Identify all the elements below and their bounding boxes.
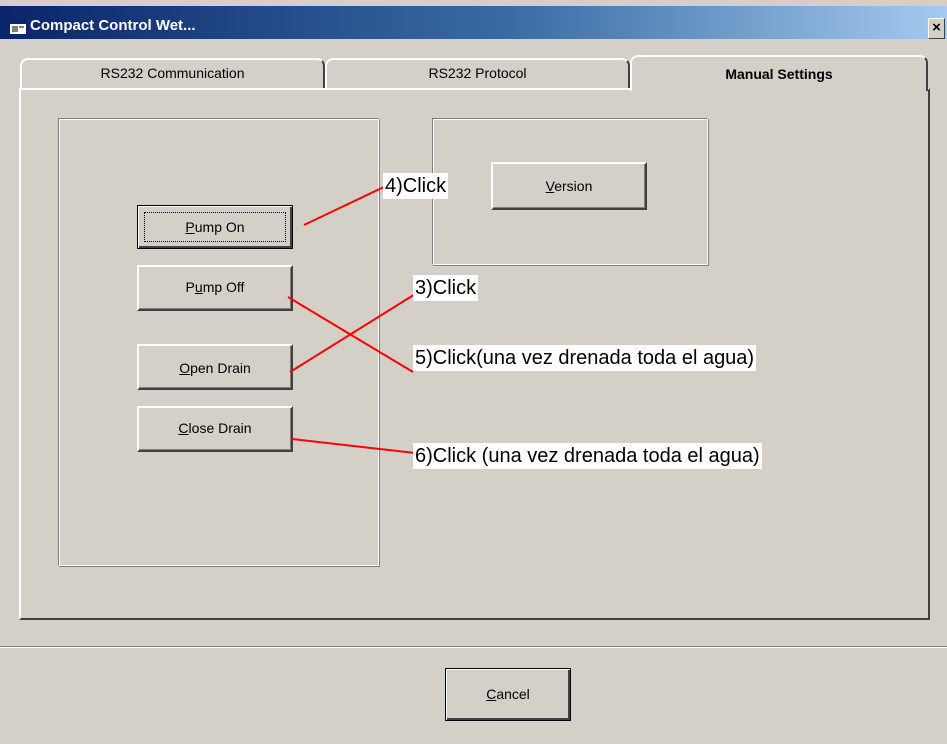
annotation-step-5: 5)Click(una vez drenada toda el agua) xyxy=(413,345,757,371)
button-label: Close Drain xyxy=(178,420,252,436)
tab-label: Manual Settings xyxy=(725,66,833,82)
tab-rs232-protocol[interactable]: RS232 Protocol xyxy=(325,58,630,88)
pump-on-button[interactable]: Pump On xyxy=(137,205,293,249)
version-button[interactable]: Version xyxy=(491,162,647,210)
title-bar[interactable]: Compact Control Wet... × xyxy=(0,6,947,39)
window-title: Compact Control Wet... xyxy=(30,17,196,34)
close-drain-button[interactable]: Close Drain xyxy=(137,406,293,452)
annotation-step-4: 4)Click xyxy=(383,173,449,199)
pump-drain-group xyxy=(58,118,379,566)
tab-rs232-communication[interactable]: RS232 Communication xyxy=(20,58,325,88)
annotation-step-6: 6)Click (una vez drenada toda el agua) xyxy=(413,443,762,469)
button-label: Open Drain xyxy=(179,360,251,376)
tab-label: RS232 Communication xyxy=(100,65,245,81)
close-icon[interactable]: × xyxy=(928,18,945,39)
tab-manual-settings[interactable]: Manual Settings xyxy=(630,55,928,91)
tab-label: RS232 Protocol xyxy=(428,65,527,81)
dialog-window: Compact Control Wet... × RS232 Communica… xyxy=(0,0,947,744)
button-label: Version xyxy=(545,178,593,194)
open-drain-button[interactable]: Open Drain xyxy=(137,344,293,390)
pump-off-button[interactable]: Pump Off xyxy=(137,265,293,311)
cancel-button[interactable]: Cancel xyxy=(445,668,571,721)
button-label: Cancel xyxy=(486,686,530,702)
divider xyxy=(0,646,947,648)
annotation-step-3: 3)Click xyxy=(413,275,479,301)
button-label: Pump Off xyxy=(185,279,245,295)
app-window-icon xyxy=(10,20,26,34)
focus-rect xyxy=(144,212,286,242)
